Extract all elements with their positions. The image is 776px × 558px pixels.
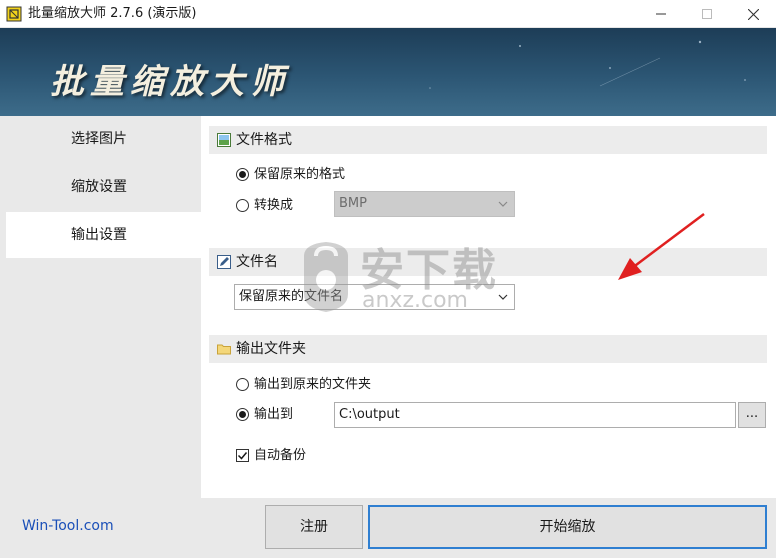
output-path-input[interactable]: C:\output	[334, 402, 736, 428]
output-folder-title: 输出文件夹	[236, 341, 306, 357]
register-button[interactable]: 注册	[265, 505, 363, 549]
minimize-button[interactable]	[638, 0, 684, 28]
maximize-icon	[702, 9, 712, 19]
sidebar-item-select-images[interactable]: 选择图片	[6, 116, 201, 162]
banner-title: 批量缩放大师	[50, 62, 290, 102]
website-link[interactable]: Win-Tool.com	[22, 518, 114, 534]
output-original-folder-label: 输出到原来的文件夹	[254, 377, 372, 392]
annotation-arrow-icon	[618, 213, 705, 280]
sidebar: 选择图片 缩放设置 输出设置	[0, 116, 201, 498]
sidebar-item-output-settings[interactable]: 输出设置	[6, 212, 201, 258]
footer-bar: Win-Tool.com 注册 开始缩放	[0, 498, 776, 558]
watermark: 安下载 anxz.com	[296, 234, 506, 324]
output-to-label: 输出到	[254, 407, 294, 422]
file-name-title: 文件名	[236, 254, 278, 270]
edit-icon	[217, 255, 231, 269]
close-icon	[747, 8, 759, 20]
watermark-text-en: anxz.com	[362, 288, 468, 313]
auto-backup-label: 自动备份	[254, 448, 307, 463]
maximize-button[interactable]	[684, 0, 730, 28]
format-select-value: BMP	[339, 196, 367, 211]
output-to-radio[interactable]	[236, 408, 249, 421]
window-title: 批量缩放大师 2.7.6 (演示版)	[28, 6, 197, 21]
convert-format-label: 转换成	[254, 198, 294, 213]
close-button[interactable]	[730, 0, 776, 28]
chevron-down-icon	[498, 201, 508, 207]
title-bar: 批量缩放大师 2.7.6 (演示版)	[0, 0, 776, 28]
folder-icon	[217, 344, 231, 355]
app-icon	[6, 6, 22, 22]
minimize-icon	[656, 13, 666, 15]
keep-format-radio[interactable]	[236, 168, 249, 181]
convert-format-radio[interactable]	[236, 199, 249, 212]
browse-folder-button[interactable]: ...	[738, 402, 766, 428]
shield-bag-icon	[304, 242, 348, 312]
checkmark-icon	[237, 452, 248, 460]
format-select[interactable]: BMP	[334, 191, 515, 217]
file-format-title: 文件格式	[236, 132, 292, 148]
start-resize-button[interactable]: 开始缩放	[368, 505, 767, 549]
sidebar-item-resize-settings[interactable]: 缩放设置	[6, 164, 201, 210]
keep-format-label: 保留原来的格式	[254, 167, 346, 182]
image-file-icon	[217, 133, 231, 147]
output-folder-header: 输出文件夹	[209, 335, 767, 363]
app-banner: 批量缩放大师	[0, 28, 776, 116]
auto-backup-checkbox[interactable]	[236, 449, 249, 462]
file-format-header: 文件格式	[209, 126, 767, 154]
output-original-folder-radio[interactable]	[236, 378, 249, 391]
